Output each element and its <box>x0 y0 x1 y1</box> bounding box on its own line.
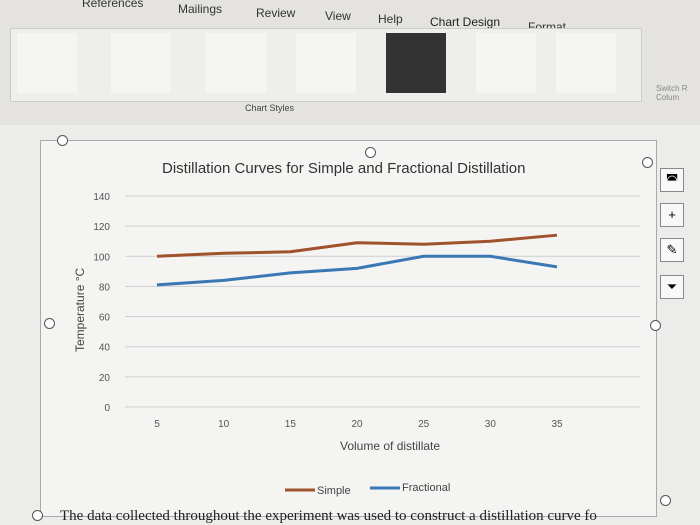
x-tick-label: 10 <box>218 419 230 430</box>
y-tick-label: 20 <box>99 373 111 384</box>
y-tick-label: 40 <box>99 343 111 354</box>
y-axis-label: Temperature °C <box>73 268 87 352</box>
legend-label-simple[interactable]: Simple <box>317 485 351 497</box>
x-tick-label: 35 <box>551 419 563 430</box>
y-tick-label: 120 <box>93 222 110 233</box>
x-axis-label: Volume of distillate <box>340 439 440 453</box>
x-tick-label: 30 <box>485 419 497 430</box>
x-tick-label: 25 <box>418 419 430 430</box>
x-tick-label: 20 <box>351 419 363 430</box>
y-tick-label: 100 <box>93 252 110 263</box>
x-tick-label: 15 <box>285 419 297 430</box>
y-tick-label: 60 <box>99 313 111 324</box>
x-tick-label: 5 <box>154 419 160 430</box>
y-tick-label: 0 <box>104 403 110 414</box>
chart-styles-icon[interactable]: ◚ <box>660 168 684 192</box>
brush-icon[interactable]: ✎ <box>660 238 684 262</box>
y-tick-label: 140 <box>93 192 110 203</box>
chart-elements-plus-icon[interactable]: + <box>660 203 684 227</box>
filter-icon[interactable]: ⏷ <box>660 275 684 299</box>
legend-label-fractional[interactable]: Fractional <box>402 482 450 494</box>
series-line-simple <box>156 233 558 258</box>
document-body-text: The data collected throughout the experi… <box>60 508 597 524</box>
series-line-fractional <box>156 254 558 287</box>
line-chart: Temperature °C Volume of distillate Simp… <box>73 192 640 497</box>
y-tick-label: 80 <box>99 282 111 293</box>
